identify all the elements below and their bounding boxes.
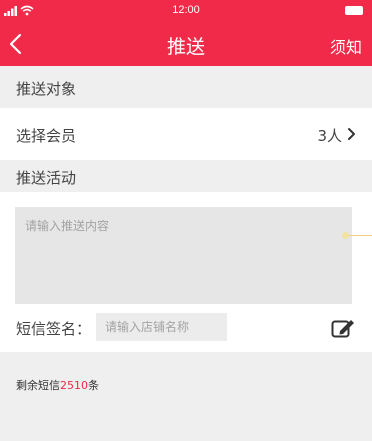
- remaining-suffix: 条: [88, 379, 99, 392]
- push-content-input[interactable]: [15, 207, 352, 304]
- battery-icon: [345, 6, 363, 15]
- section-target-title: 推送对象: [16, 80, 77, 98]
- signature-label: 短信签名：: [16, 320, 92, 338]
- remaining-sms: 剩余短信2510条: [16, 377, 99, 393]
- page-title: 推送: [166, 36, 205, 58]
- select-member-row[interactable]: 选择会员 3人: [0, 108, 372, 160]
- edit-icon[interactable]: [331, 318, 355, 338]
- section-activity-title: 推送活动: [16, 169, 77, 187]
- status-time: 12:00: [172, 4, 200, 16]
- select-member-label: 选择会员: [16, 127, 77, 145]
- store-name-input[interactable]: [96, 313, 227, 341]
- notice-button[interactable]: 须知: [330, 34, 362, 58]
- chevron-right-icon: [348, 128, 355, 140]
- status-bar: 12:00: [0, 0, 372, 22]
- nav-bar: 推送 须知: [0, 22, 372, 66]
- select-member-count: 3人: [317, 127, 342, 145]
- remaining-prefix: 剩余短信: [16, 379, 60, 392]
- resize-handle-line: [349, 235, 372, 236]
- section-target: 推送对象: [0, 66, 372, 108]
- remaining-count: 2510: [60, 379, 88, 392]
- resize-handle: [342, 232, 349, 239]
- push-content-panel: 短信签名：: [0, 192, 372, 352]
- section-activity: 推送活动: [0, 160, 372, 192]
- back-arrow-icon[interactable]: [6, 31, 26, 57]
